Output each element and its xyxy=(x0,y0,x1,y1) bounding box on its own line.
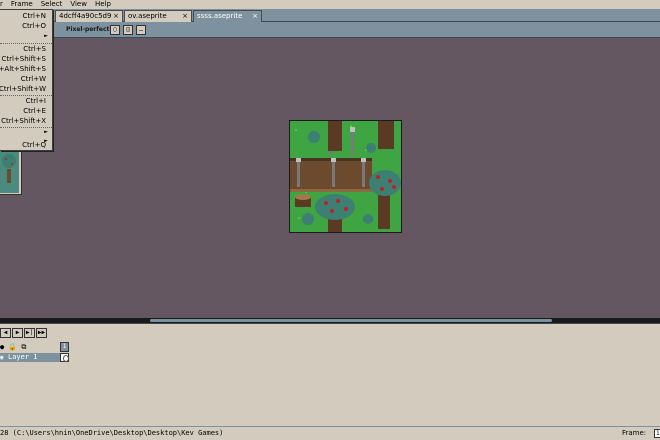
tab-label: 4dcff4a90c5d9 xyxy=(59,12,112,20)
menu-item-exit[interactable]: Ctrl+Q xyxy=(22,140,46,150)
cel[interactable] xyxy=(60,353,69,362)
more-options-icon[interactable]: … xyxy=(136,25,146,35)
visibility-lock-continuous-icons[interactable]: ● 🔒 ⧉ xyxy=(0,342,26,352)
frame-header[interactable]: 1 xyxy=(60,342,69,352)
menu-help[interactable]: Help xyxy=(91,0,115,9)
menu-item-close-all[interactable]: Ctrl+Shift+W xyxy=(0,84,46,94)
menu-item-export-sheet[interactable]: Ctrl+E xyxy=(23,106,46,116)
last-frame-button[interactable]: ▶▶ xyxy=(36,328,47,338)
menu-item-export[interactable]: +Alt+Shift+S xyxy=(0,64,46,74)
frame-input[interactable]: 1 xyxy=(654,429,660,438)
first-frame-button[interactable]: ◀ xyxy=(0,328,11,338)
tab-4dcff4a90c5d9[interactable]: 4dcff4a90c5d9 × xyxy=(55,10,123,22)
tab-label: ov.aseprite xyxy=(128,12,167,20)
menu-item-close[interactable]: Ctrl+W xyxy=(21,74,46,84)
tab-ssss-aseprite[interactable]: ssss.aseprite × xyxy=(193,10,262,22)
menu-file[interactable]: r xyxy=(0,0,7,9)
status-bar: 28 (C:\Users\hnin\OneDrive\Desktop\Deskt… xyxy=(0,426,660,440)
layer-name: Layer 1 xyxy=(8,353,38,361)
dynamics-icon[interactable]: ◫ xyxy=(123,25,133,35)
menu-item-repeat-export[interactable]: Ctrl+Shift+X xyxy=(1,116,46,126)
menu-item-import[interactable]: Ctrl+I xyxy=(26,96,46,106)
tab-ov-aseprite[interactable]: ov.aseprite × xyxy=(124,10,192,22)
context-bar: Pixel-perfect ▢ ◫ … xyxy=(0,22,660,38)
eye-icon[interactable]: ◉ xyxy=(0,353,4,362)
layer-header: ● 🔒 ⧉ xyxy=(0,342,60,352)
symmetry-icon[interactable]: ▢ xyxy=(110,25,120,35)
pixel-perfect-label[interactable]: Pixel-perfect xyxy=(66,26,109,33)
play-button[interactable]: ▶ xyxy=(12,328,23,338)
playback-controls: ◀ ▶ ▶| ▶▶ xyxy=(0,328,48,338)
menu-item-open[interactable]: Ctrl+O xyxy=(22,21,46,31)
menu-frame[interactable]: Frame xyxy=(7,0,37,9)
submenu-arrow-icon[interactable]: ► xyxy=(44,128,48,136)
close-icon[interactable]: × xyxy=(113,11,119,21)
tab-label: ssss.aseprite xyxy=(197,12,243,20)
scrollbar-thumb[interactable] xyxy=(150,319,552,322)
menubar: r Frame Select View Help xyxy=(0,0,660,9)
menu-item-save[interactable]: Ctrl+S xyxy=(23,44,46,54)
submenu-arrow-icon[interactable]: ► xyxy=(44,32,48,40)
tab-bar: 4dcff4a90c5d9 × ov.aseprite × ssss.asepr… xyxy=(0,9,660,22)
close-icon[interactable]: × xyxy=(252,11,258,21)
close-icon[interactable]: × xyxy=(182,11,188,21)
next-frame-button[interactable]: ▶| xyxy=(24,328,35,338)
frame-label: Frame: xyxy=(622,429,647,437)
menu-item-save-as[interactable]: Ctrl+Shift+S xyxy=(1,54,46,64)
menu-item-new[interactable]: Ctrl+N xyxy=(22,11,46,21)
status-path: 28 (C:\Users\hnin\OneDrive\Desktop\Deskt… xyxy=(0,429,224,437)
editor-workspace[interactable] xyxy=(0,38,660,318)
file-menu-dropdown: Ctrl+N Ctrl+O ► Ctrl+S Ctrl+Shift+S +Alt… xyxy=(0,9,53,151)
menu-select[interactable]: Select xyxy=(37,0,67,9)
sprite-canvas[interactable] xyxy=(289,120,402,233)
timeline-panel: ◀ ▶ ▶| ▶▶ ● 🔒 ⧉ 1 ◉ Layer 1 xyxy=(0,323,660,426)
layer-row[interactable]: ◉ Layer 1 xyxy=(0,353,60,362)
menu-view[interactable]: View xyxy=(66,0,91,9)
